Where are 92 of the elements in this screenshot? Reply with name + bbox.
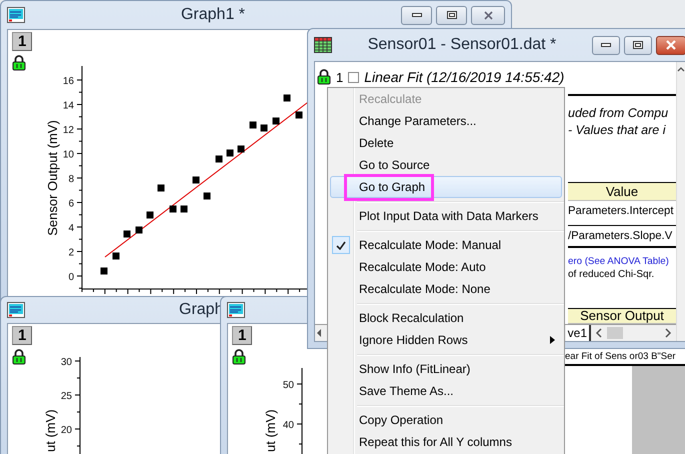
scroll-left-icon[interactable] xyxy=(595,328,603,338)
lock-icon[interactable] xyxy=(317,69,331,85)
tick-label: 25 xyxy=(60,391,72,402)
minimize-button[interactable] xyxy=(401,6,432,24)
maximize-icon xyxy=(633,41,643,49)
data-point xyxy=(250,122,256,128)
data-point xyxy=(238,146,244,152)
data-point xyxy=(192,176,200,184)
layer-button[interactable]: 1 xyxy=(12,32,32,51)
tick-label: 0 xyxy=(68,272,74,283)
table-cell-text: /Parameters.Slope.V xyxy=(568,229,674,244)
close-button[interactable] xyxy=(656,36,685,54)
maximize-button[interactable] xyxy=(436,6,467,24)
tick-label: 30 xyxy=(60,357,72,368)
axis-title: ut (mV) xyxy=(263,409,278,452)
menu-item[interactable]: Copy Operation xyxy=(330,409,562,431)
maximize-button[interactable] xyxy=(624,36,652,54)
scroll-left-icon[interactable] xyxy=(315,328,323,338)
menu-item[interactable]: Ignore Hidden Rows xyxy=(330,329,562,351)
graph-icon xyxy=(7,302,25,318)
lock-icon[interactable] xyxy=(12,55,26,71)
menu-item[interactable]: Save Theme As... xyxy=(330,380,562,402)
checkbox[interactable] xyxy=(348,72,360,82)
data-point xyxy=(124,230,130,238)
menu-item[interactable]: Go to Source xyxy=(330,154,562,176)
data-point xyxy=(296,112,302,118)
axis-title: Sensor Output (mV) xyxy=(45,120,60,236)
tick-label: 20 xyxy=(60,425,72,436)
data-point xyxy=(216,156,222,162)
data-point xyxy=(272,118,280,124)
tick-label: 6 xyxy=(68,198,74,210)
menu-item[interactable]: Recalculate Mode: Auto xyxy=(330,256,562,278)
tick-label: 40 xyxy=(282,420,294,431)
minimize-icon xyxy=(601,43,611,47)
tick-label: 2 xyxy=(68,248,74,258)
minimize-icon xyxy=(412,13,422,17)
menu-item[interactable]: Show Info (FitLinear) xyxy=(330,358,562,380)
lock-icon[interactable] xyxy=(12,349,26,365)
menu-item[interactable]: Recalculate Mode: Manual xyxy=(330,234,562,256)
data-point xyxy=(112,252,120,260)
note-text: - Values that are i xyxy=(568,122,667,139)
data-point xyxy=(226,150,234,156)
tick-label: 12 xyxy=(62,125,74,136)
data-point xyxy=(136,226,142,234)
scroll-thumb[interactable] xyxy=(607,327,623,339)
grid-icon xyxy=(314,37,332,53)
tick-label: 10 xyxy=(62,150,74,160)
data-point xyxy=(260,124,268,132)
fit-title: Linear Fit (12/16/2019 14:55:42) xyxy=(364,69,564,85)
close-icon xyxy=(484,10,492,20)
menu-item[interactable]: Repeat this for All Y columns xyxy=(330,431,562,453)
minimize-button[interactable] xyxy=(592,36,620,54)
note-text: of reduced Chi-Sqr. xyxy=(568,269,656,280)
lock-icon[interactable] xyxy=(232,349,246,365)
close-icon xyxy=(666,40,676,50)
menu-item[interactable]: Change Parameters... xyxy=(330,110,562,132)
data-point xyxy=(180,206,188,212)
data-point xyxy=(284,94,290,102)
data-point xyxy=(146,212,154,218)
vertical-scrollbar[interactable] xyxy=(676,62,685,341)
data-point xyxy=(100,268,108,274)
column-header: Value xyxy=(568,182,676,201)
tick-label: 14 xyxy=(62,100,74,112)
graph-icon xyxy=(227,302,245,318)
layer-button[interactable]: 1 xyxy=(12,326,32,345)
menu-item[interactable]: Go to Graph xyxy=(330,176,562,198)
link-text[interactable]: ero (See ANOVA Table) xyxy=(568,254,669,269)
scroll-right-icon[interactable] xyxy=(664,328,672,338)
layer-button[interactable]: 1 xyxy=(232,326,252,345)
tick-label: 4 xyxy=(68,223,74,234)
data-point xyxy=(170,206,176,212)
scroll-up-icon[interactable] xyxy=(677,66,685,72)
axis-title: ut (mV) xyxy=(43,409,58,452)
tick-label: 16 xyxy=(62,76,74,87)
table-cell-text: Parameters.Intercept xyxy=(568,204,674,219)
tick-label: 50 xyxy=(282,380,294,391)
window-title: Sensor01 - Sensor01.dat * xyxy=(366,36,558,54)
sheet-tab[interactable]: ve1 xyxy=(566,325,591,341)
note-text: uded from Compu xyxy=(568,105,670,122)
menu-item[interactable]: Delete xyxy=(330,132,562,154)
window-title: Graph1 * xyxy=(180,6,246,24)
menu-item[interactable]: Block Recalculation xyxy=(330,307,562,329)
graph-icon xyxy=(7,7,25,23)
close-button[interactable] xyxy=(471,6,505,24)
maximize-icon xyxy=(446,11,456,19)
data-point xyxy=(158,184,164,192)
tick-label: 8 xyxy=(68,174,74,185)
column-header: Sensor Output xyxy=(568,308,676,324)
menu-item[interactable]: Recalculate Mode: None xyxy=(330,278,562,300)
row-number: 1 xyxy=(336,70,344,84)
menu-item[interactable]: Plot Input Data with Data Markers xyxy=(330,205,562,227)
data-point xyxy=(204,192,210,200)
